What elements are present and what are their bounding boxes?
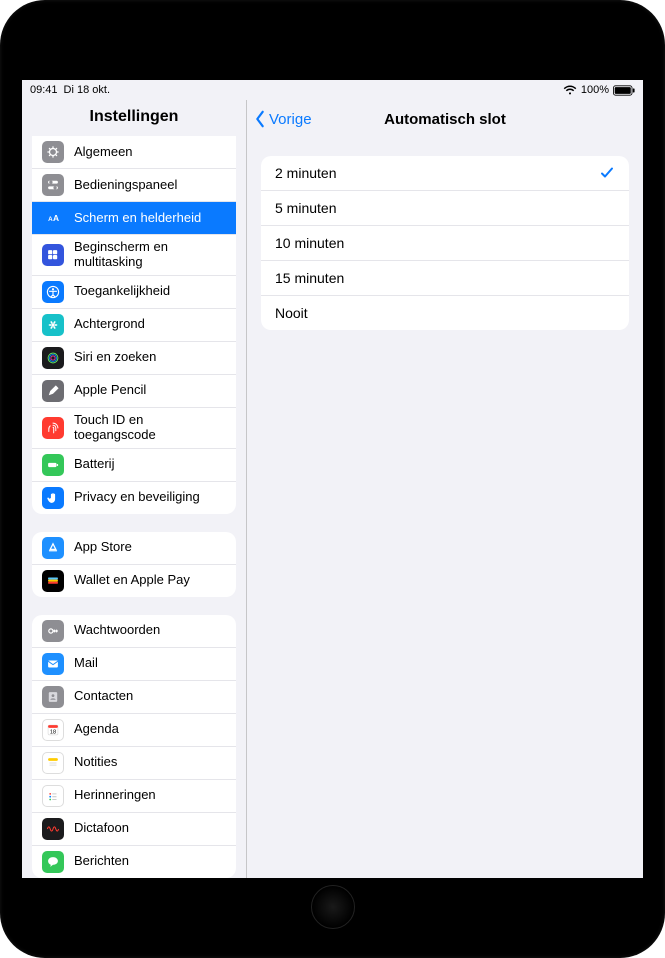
sidebar-item-label: Notities <box>74 755 117 770</box>
sidebar-item-label: Mail <box>74 656 98 671</box>
sidebar-item-apple-pencil[interactable]: Apple Pencil <box>32 374 236 407</box>
sidebar-title: Instellingen <box>22 100 246 136</box>
wallet-icon <box>42 570 64 592</box>
voice-icon <box>42 818 64 840</box>
sidebar-item-contacten[interactable]: Contacten <box>32 680 236 713</box>
sidebar-item-label: Bedieningspaneel <box>74 178 177 193</box>
autolock-options: 2 minuten 5 minuten 10 minuten 15 minuten No… <box>261 156 629 330</box>
key-icon <box>42 620 64 642</box>
battery-text: 100% <box>581 84 609 96</box>
sidebar-item-bedieningspaneel[interactable]: Bedieningspaneel <box>32 168 236 201</box>
contacts-icon <box>42 686 64 708</box>
battery-icon <box>613 85 635 96</box>
gear-icon <box>42 141 64 163</box>
sidebar-item-siri-en-zoeken[interactable]: Siri en zoeken <box>32 341 236 374</box>
home-button[interactable] <box>311 885 355 929</box>
sidebar-item-label: Touch ID en toegangscode <box>74 413 226 443</box>
flower-icon <box>42 314 64 336</box>
finger-icon <box>42 417 64 439</box>
sidebar-item-label: Toegankelijkheid <box>74 284 170 299</box>
sidebar-group-2: App Store Wallet en Apple Pay <box>32 532 236 597</box>
autolock-option-5-minuten[interactable]: 5 minuten <box>261 190 629 225</box>
sidebar-item-label: Privacy en beveiliging <box>74 490 200 505</box>
sidebar-item-privacy-en-beveiliging[interactable]: Privacy en beveiliging <box>32 481 236 514</box>
pencil-icon <box>42 380 64 402</box>
switches-icon <box>42 174 64 196</box>
settings-sidebar: Instellingen Algemeen Bedieningspaneel AA S… <box>22 100 247 878</box>
sidebar-group-3: Wachtwoorden Mail Contacten 18 Agenda Notitie… <box>32 615 236 878</box>
svg-text:18: 18 <box>50 729 56 735</box>
option-label: 10 minuten <box>275 235 344 251</box>
sidebar-item-mail[interactable]: Mail <box>32 647 236 680</box>
sidebar-item-label: Batterij <box>74 457 114 472</box>
sidebar-item-label: Apple Pencil <box>74 383 146 398</box>
chevron-left-icon <box>253 110 267 128</box>
svg-text:A: A <box>53 213 59 223</box>
date-text: Di 18 okt. <box>64 84 110 96</box>
sidebar-item-label: Wallet en Apple Pay <box>74 573 190 588</box>
grid-icon <box>42 244 64 266</box>
notes-icon <box>42 752 64 774</box>
sidebar-item-touch-id-en-toegangscode[interactable]: Touch ID en toegangscode <box>32 407 236 448</box>
sidebar-item-algemeen[interactable]: Algemeen <box>32 136 236 168</box>
option-label: 5 minuten <box>275 200 336 216</box>
clock-text: 09:41 <box>30 84 58 96</box>
back-label: Vorige <box>269 111 312 128</box>
sidebar-item-wachtwoorden[interactable]: Wachtwoorden <box>32 615 236 647</box>
autolock-option-10-minuten[interactable]: 10 minuten <box>261 225 629 260</box>
sidebar-item-label: Berichten <box>74 854 129 869</box>
sidebar-item-label: Scherm en helderheid <box>74 211 201 226</box>
sidebar-item-label: Dictafoon <box>74 821 129 836</box>
sidebar-item-label: Beginscherm en multitasking <box>74 240 226 270</box>
autolock-option-15-minuten[interactable]: 15 minuten <box>261 260 629 295</box>
checkmark-icon <box>599 165 615 181</box>
sidebar-item-agenda[interactable]: 18 Agenda <box>32 713 236 746</box>
sidebar-item-wallet-en-apple-pay[interactable]: Wallet en Apple Pay <box>32 564 236 597</box>
status-bar: 09:41 Di 18 okt. 100% <box>22 80 643 100</box>
access-icon <box>42 281 64 303</box>
siri-icon <box>42 347 64 369</box>
calendar-icon: 18 <box>42 719 64 741</box>
wifi-icon <box>563 85 577 96</box>
option-label: 15 minuten <box>275 270 344 286</box>
sidebar-item-toegankelijkheid[interactable]: Toegankelijkheid <box>32 275 236 308</box>
option-label: 2 minuten <box>275 165 336 181</box>
ipad-frame: 09:41 Di 18 okt. 100% Instellingen <box>0 0 665 958</box>
sidebar-item-label: Achtergrond <box>74 317 145 332</box>
sidebar-item-label: Agenda <box>74 722 119 737</box>
mail-icon <box>42 653 64 675</box>
sidebar-item-label: Wachtwoorden <box>74 623 160 638</box>
sidebar-item-scherm-en-helderheid[interactable]: AA Scherm en helderheid <box>32 201 236 234</box>
detail-navbar: Vorige Automatisch slot <box>247 100 643 138</box>
option-label: Nooit <box>275 305 308 321</box>
back-button[interactable]: Vorige <box>247 110 312 128</box>
appstore-icon <box>42 537 64 559</box>
sidebar-item-beginscherm-en-multitasking[interactable]: Beginscherm en multitasking <box>32 234 236 275</box>
battery-icon <box>42 454 64 476</box>
sidebar-item-berichten[interactable]: Berichten <box>32 845 236 878</box>
sidebar-item-notities[interactable]: Notities <box>32 746 236 779</box>
sidebar-item-label: Algemeen <box>74 145 133 160</box>
sidebar-item-herinneringen[interactable]: Herinneringen <box>32 779 236 812</box>
messages-icon <box>42 851 64 873</box>
sidebar-item-dictafoon[interactable]: Dictafoon <box>32 812 236 845</box>
sidebar-item-label: Contacten <box>74 689 133 704</box>
sidebar-item-achtergrond[interactable]: Achtergrond <box>32 308 236 341</box>
autolock-option-nooit[interactable]: Nooit <box>261 295 629 330</box>
sidebar-item-app-store[interactable]: App Store <box>32 532 236 564</box>
autolock-option-2-minuten[interactable]: 2 minuten <box>261 156 629 190</box>
reminders-icon <box>42 785 64 807</box>
sidebar-item-label: Herinneringen <box>74 788 156 803</box>
sidebar-group-1: Algemeen Bedieningspaneel AA Scherm en held… <box>32 136 236 514</box>
sidebar-item-label: Siri en zoeken <box>74 350 156 365</box>
sidebar-item-batterij[interactable]: Batterij <box>32 448 236 481</box>
detail-pane: Vorige Automatisch slot 2 minuten 5 minut… <box>247 100 643 878</box>
aa-icon: AA <box>42 207 64 229</box>
hand-icon <box>42 487 64 509</box>
sidebar-item-label: App Store <box>74 540 132 555</box>
